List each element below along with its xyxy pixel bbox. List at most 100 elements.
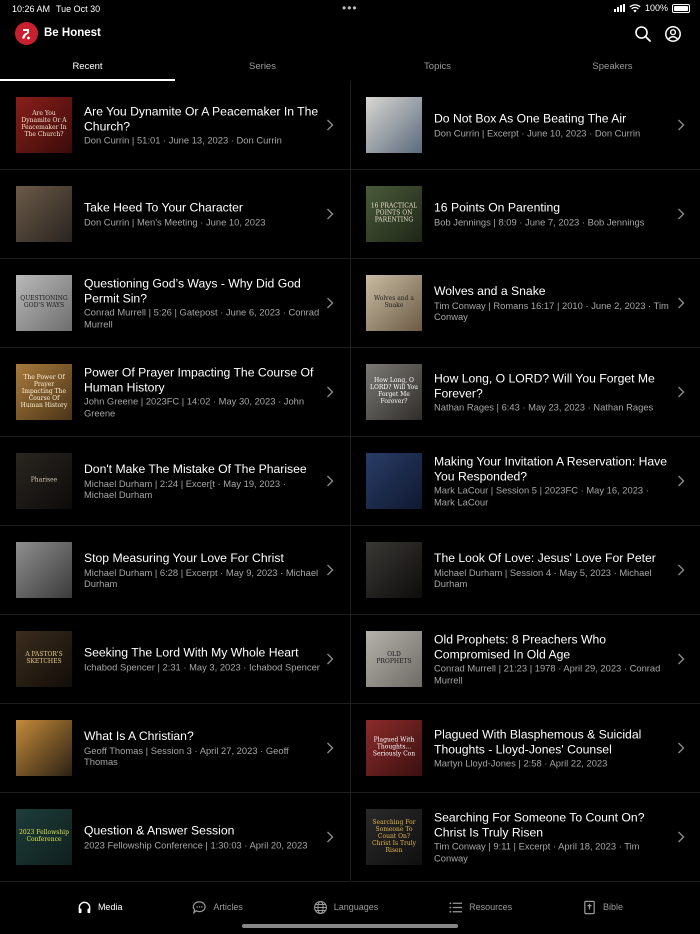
sermon-item[interactable]: Plagued With Thoughts... Seriously Con Pl… — [351, 704, 700, 793]
sermon-meta: Michael Durham | 2:24 | Excer[t · May 19… — [84, 477, 286, 500]
nav-bible-label: Bible — [603, 902, 624, 912]
wifi-icon — [629, 3, 641, 12]
cellular-signal-icon — [613, 4, 625, 12]
sermon-item[interactable]: Stop Measuring Your Love For Christ Micha… — [0, 526, 350, 615]
sermon-item[interactable]: Wolves and a Snake Wolves and a Snake Tim … — [351, 259, 700, 348]
sermon-meta: Nathan Rages | 6:43 · May 23, 2023 · Nat… — [434, 401, 654, 413]
sermon-item[interactable]: QUESTIONING GOD'S WAYS Questioning God’s … — [0, 259, 350, 348]
sermon-text: Do Not Box As One Beating The Air Don Cur… — [434, 112, 671, 139]
sermon-meta: Conrad Murrell | 21:23 | 1978 · April 29… — [434, 662, 661, 686]
chevron-right-icon — [678, 742, 685, 754]
globe-icon — [313, 900, 327, 914]
nav-languages[interactable]: Languages — [313, 893, 378, 921]
thumbnail-caption: QUESTIONING GOD'S WAYS — [20, 295, 68, 309]
sermon-item[interactable]: What Is A Christian? Geoff Thomas | Sessi… — [0, 704, 350, 793]
search-icon[interactable] — [634, 25, 652, 43]
sermon-title: The Look Of Love: Jesus' Love For Peter — [434, 550, 656, 565]
sermon-meta: Geoff Thomas | Session 3 · April 27, 202… — [84, 744, 289, 767]
sermon-text: Take Heed To Your Character Don Currin | … — [84, 201, 320, 228]
tab-speakers[interactable]: Speakers — [525, 54, 700, 80]
sermon-meta: Mark LaCour | Session 5 | 2023FC · May 1… — [434, 484, 649, 508]
nav-bible[interactable]: Bible — [582, 893, 623, 921]
status-indicators: 100% — [613, 3, 690, 13]
sermon-text: Making Your Invitation A Reservation: Ha… — [434, 455, 671, 508]
nav-articles[interactable]: Articles — [192, 893, 243, 921]
home-indicator[interactable] — [242, 924, 458, 928]
thumbnail-caption: OLD PROPHETS — [376, 651, 412, 665]
sermon-item[interactable]: Do Not Box As One Beating The Air Don Cur… — [351, 81, 700, 170]
sermon-item[interactable]: Pharisee Don't Make The Mistake Of The Ph… — [0, 437, 350, 526]
nav-articles-label: Articles — [213, 902, 243, 912]
sermon-item[interactable]: Take Heed To Your Character Don Currin | … — [0, 170, 350, 259]
sermon-item[interactable]: Are You Dynamite Or A Peacemaker In The … — [0, 81, 350, 170]
sermon-title: Don't Make The Mistake Of The Pharisee — [84, 461, 307, 476]
chevron-right-icon — [678, 475, 685, 487]
sermon-thumbnail: A PASTOR'S SKETCHES — [16, 631, 72, 687]
sermon-title: Stop Measuring Your Love For Christ — [84, 550, 284, 565]
sermon-thumbnail — [366, 542, 422, 598]
sermon-meta: Martyn Lloyd-Jones | 2:58 · April 22, 20… — [434, 757, 608, 769]
tab-series[interactable]: Series — [175, 54, 350, 80]
sermon-text: Seeking The Lord With My Whole Heart Icha… — [84, 646, 320, 673]
sermon-meta: Don Currin | 51:01 · June 13, 2023 · Don… — [84, 134, 282, 146]
chevron-right-icon — [678, 119, 685, 131]
sermon-text: The Look Of Love: Jesus' Love For Peter M… — [434, 551, 671, 590]
nav-resources[interactable]: Resources — [448, 893, 512, 921]
sermon-thumbnail — [366, 97, 422, 153]
sermon-title: Making Your Invitation A Reservation: Ha… — [434, 454, 668, 484]
sermon-text: Are You Dynamite Or A Peacemaker In The … — [84, 104, 320, 146]
account-icon[interactable] — [664, 25, 682, 43]
sermon-text: Wolves and a Snake Tim Conway | Romans 16… — [434, 284, 671, 323]
sermon-item[interactable]: A PASTOR'S SKETCHES Seeking The Lord With… — [0, 615, 350, 704]
multitask-dots-icon[interactable]: ••• — [342, 1, 358, 15]
sermon-text: Don't Make The Mistake Of The Pharisee Mi… — [84, 462, 320, 501]
nav-media[interactable]: Media — [77, 893, 122, 921]
sermon-title: Question & Answer Session — [84, 823, 235, 838]
sermon-meta: Michael Durham | Session 4 · May 5, 2023… — [434, 566, 652, 589]
sermon-title: Questioning God’s Ways - Why Did God Per… — [84, 276, 301, 306]
status-date: Tue Oct 30 — [56, 4, 101, 14]
sermon-thumbnail: Pharisee — [16, 453, 72, 509]
thumbnail-caption: 16 PRACTICAL POINTS ON PARENTING — [370, 202, 418, 224]
thumbnail-caption: Are You Dynamite Or A Peacemaker In The … — [21, 110, 67, 138]
sermon-thumbnail: Plagued With Thoughts... Seriously Con — [366, 720, 422, 776]
sermon-title: Seeking The Lord With My Whole Heart — [84, 645, 299, 660]
sermon-thumbnail: How Long, O LORD? Will You Forget Me For… — [366, 364, 422, 420]
chevron-right-icon — [678, 208, 685, 220]
sermon-thumbnail: Are You Dynamite Or A Peacemaker In The … — [16, 97, 72, 153]
list-icon — [449, 901, 463, 913]
battery-percent: 100% — [644, 3, 668, 13]
chevron-right-icon — [327, 208, 334, 220]
sermon-thumbnail: 2023 Fellowship Conference — [16, 809, 72, 865]
sermon-meta: Ichabod Spencer | 2:31 · May 3, 2023 · I… — [84, 661, 320, 672]
sermon-item[interactable]: The Power Of Prayer Impacting The Course… — [0, 348, 350, 437]
status-time: 10:26 AM — [12, 4, 51, 14]
sermon-item[interactable]: OLD PROPHETS Old Prophets: 8 Preachers Wh… — [351, 615, 700, 704]
thumbnail-caption: How Long, O LORD? Will You Forget Me For… — [370, 377, 418, 405]
chevron-right-icon — [678, 831, 685, 843]
sermon-meta: Bob Jennings | 8:09 · June 7, 2023 · Bob… — [434, 216, 645, 227]
sermon-text: Searching For Someone To Count On? Chris… — [434, 811, 671, 864]
tab-recent[interactable]: Recent — [0, 54, 175, 81]
sermon-title: Are You Dynamite Or A Peacemaker In The … — [84, 104, 319, 133]
sermon-meta: Michael Durham | 6:28 | Excerpt · May 9,… — [84, 566, 319, 589]
sermon-title: Take Heed To Your Character — [84, 200, 243, 215]
sermon-item[interactable]: How Long, O LORD? Will You Forget Me For… — [351, 348, 700, 437]
sermon-thumbnail — [16, 186, 72, 242]
sermon-meta: John Greene | 2023FC | 14:02 · May 30, 2… — [84, 395, 305, 419]
sermon-item[interactable]: Making Your Invitation A Reservation: Ha… — [351, 437, 700, 526]
sermon-list: Are You Dynamite Or A Peacemaker In The … — [0, 81, 700, 882]
tab-topics[interactable]: Topics — [350, 54, 525, 80]
sermon-text: What Is A Christian? Geoff Thomas | Sessi… — [84, 729, 320, 768]
sermon-title: Old Prophets: 8 Preachers Who Compromise… — [434, 632, 607, 662]
chevron-right-icon — [327, 564, 334, 576]
sermon-item[interactable]: 2023 Fellowship Conference Question & Ans… — [0, 793, 350, 882]
bible-icon — [584, 900, 595, 914]
sermon-item[interactable]: Searching For Someone To Count On? Chris… — [351, 793, 700, 882]
sermon-item[interactable]: The Look Of Love: Jesus' Love For Peter M… — [351, 526, 700, 615]
sermon-item[interactable]: 16 PRACTICAL POINTS ON PARENTING 16 Point… — [351, 170, 700, 259]
sermon-thumbnail: OLD PROPHETS — [366, 631, 422, 687]
chevron-right-icon — [678, 653, 685, 665]
sermon-meta: Don Currin | Excerpt · June 10, 2023 · D… — [434, 127, 641, 138]
sermon-text: Old Prophets: 8 Preachers Who Compromise… — [434, 633, 671, 686]
